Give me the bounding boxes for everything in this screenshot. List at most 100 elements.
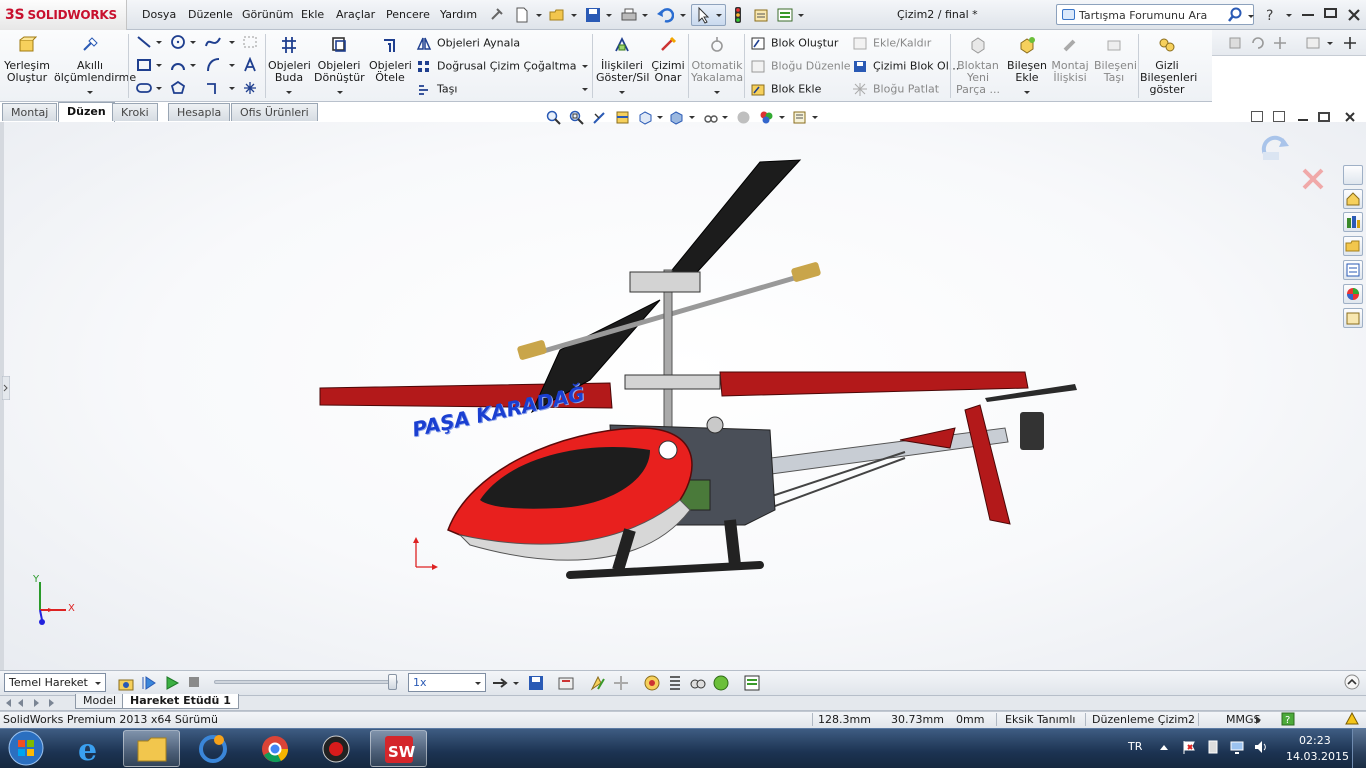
open-folder-icon[interactable] <box>548 6 566 24</box>
menu-tools[interactable]: Araçlar <box>336 8 375 21</box>
menu-file[interactable]: Dosya <box>142 8 176 21</box>
zoom-to-fit-icon[interactable] <box>546 110 561 125</box>
chevron-down-icon[interactable] <box>689 116 695 119</box>
flag-icon[interactable] <box>1181 739 1197 755</box>
chevron-down-icon[interactable] <box>156 87 162 90</box>
close-icon[interactable] <box>1345 6 1363 24</box>
chevron-down-icon[interactable] <box>229 64 235 67</box>
search-icon[interactable] <box>1227 7 1243 23</box>
taskbar-messenger[interactable] <box>185 730 242 767</box>
collapse-motion-manager-icon[interactable] <box>1344 674 1360 690</box>
hide-show-items-icon[interactable] <box>703 110 718 125</box>
display-relations-button[interactable]: İlişkileri Göster/Sil <box>596 36 649 84</box>
chevron-down-icon[interactable] <box>475 682 481 685</box>
linear-pattern-button[interactable]: Doğrusal Çizim Çoğaltma <box>416 59 576 74</box>
tab-motion-study-1[interactable]: Hareket Etüdü 1 <box>122 694 239 709</box>
layout-create-button[interactable]: Yerleşim Oluştur <box>4 36 50 84</box>
device-icon[interactable] <box>1205 739 1221 755</box>
chevron-down-icon[interactable] <box>1024 91 1030 94</box>
insert-block-button[interactable]: Blok Ekle <box>750 82 821 97</box>
edit-appearance-icon[interactable] <box>736 110 751 125</box>
menu-insert[interactable]: Ekle <box>301 8 324 21</box>
chevron-down-icon[interactable] <box>680 14 686 17</box>
pin-icon[interactable] <box>487 6 505 24</box>
undo-icon[interactable] <box>656 6 674 24</box>
quick-snaps-button[interactable]: Otomatik Yakalama <box>691 36 743 84</box>
file-explorer-icon[interactable] <box>1343 236 1363 256</box>
gravity-icon[interactable] <box>712 674 730 692</box>
convert-entities-button[interactable]: Objeleri Dönüştür <box>314 36 365 84</box>
chevron-down-icon[interactable] <box>286 91 292 94</box>
start-button-icon[interactable] <box>6 729 46 767</box>
help-icon[interactable]: ? <box>1262 6 1280 24</box>
block-to-part-button[interactable]: Bloktan Yeni Parça ... <box>955 36 1001 96</box>
show-hidden-components-button[interactable]: Gizli Bileşenleri göster <box>1140 36 1197 96</box>
motor-icon[interactable] <box>643 674 661 692</box>
chevron-down-icon[interactable] <box>798 14 804 17</box>
rebuild-traffic-light-icon[interactable] <box>729 6 747 24</box>
insert-component-button[interactable]: Bileşen Ekle <box>1006 36 1048 84</box>
new-document-icon[interactable] <box>513 6 531 24</box>
solidworks-logo[interactable]: 3S SOLIDWORKS <box>0 0 127 30</box>
slot-icon[interactable] <box>136 80 152 96</box>
apply-scene-icon[interactable] <box>759 110 774 125</box>
volume-icon[interactable] <box>1253 739 1269 755</box>
save-icon[interactable] <box>584 6 602 24</box>
chevron-down-icon[interactable] <box>582 88 588 91</box>
smart-dimension-button[interactable]: Akıllı ölçümlendirme <box>54 36 136 84</box>
chevron-down-icon[interactable] <box>229 87 235 90</box>
previous-view-icon[interactable] <box>592 110 607 125</box>
menu-window[interactable]: Pencere <box>386 8 430 21</box>
point-line-icon[interactable] <box>205 80 221 96</box>
chevron-down-icon[interactable] <box>95 682 101 685</box>
chevron-down-icon[interactable] <box>87 91 93 94</box>
add-key-icon[interactable] <box>612 674 630 692</box>
expand-icon[interactable] <box>1342 35 1358 51</box>
expand-feature-tree-icon[interactable] <box>2 376 10 400</box>
taskbar-ie[interactable]: e <box>62 730 119 768</box>
rectangle-icon[interactable] <box>136 57 152 73</box>
solidworks-resources-icon[interactable] <box>1343 165 1363 185</box>
tab-assembly[interactable]: Montaj <box>2 103 58 121</box>
tab-sketch[interactable]: Kroki <box>112 103 158 121</box>
taskbar-solidworks[interactable]: SW <box>370 730 427 767</box>
cancel-sketch-icon[interactable] <box>1300 166 1326 192</box>
appearances-icon[interactable] <box>1343 284 1363 304</box>
save-block-button[interactable]: Çizimi Blok Ol... <box>852 59 959 74</box>
chevron-down-icon[interactable] <box>1327 42 1333 45</box>
sketch-slot-icon[interactable] <box>242 34 258 50</box>
mirror-entities-button[interactable]: Objeleri Aynala <box>416 36 520 51</box>
rebuild-notification-icon[interactable] <box>1345 712 1359 726</box>
autokey-icon[interactable] <box>589 674 607 692</box>
chevron-down-icon[interactable] <box>812 116 818 119</box>
home-icon[interactable] <box>1343 189 1363 209</box>
view-settings-icon[interactable] <box>1305 35 1321 51</box>
move-entities-button[interactable]: Taşı <box>416 82 457 97</box>
help-status-icon[interactable]: ? <box>1281 712 1295 726</box>
polygon-icon[interactable] <box>170 80 186 96</box>
tab-office-products[interactable]: Ofis Ürünleri <box>231 103 318 121</box>
zoom-to-area-icon[interactable] <box>569 110 584 125</box>
rebuild-exit-sketch-icon[interactable] <box>1257 132 1295 170</box>
menu-help[interactable]: Yardım <box>440 8 477 21</box>
minimize-icon[interactable] <box>1302 14 1314 16</box>
mate-button[interactable]: Montaj İlişkisi <box>1050 36 1090 84</box>
make-block-button[interactable]: Blok Oluştur <box>750 36 838 51</box>
tab-model[interactable]: Model <box>75 694 125 709</box>
tab-scroll-arrows-icon[interactable] <box>4 697 68 709</box>
section-view-icon[interactable] <box>615 110 630 125</box>
chevron-down-icon[interactable] <box>779 116 785 119</box>
split-view-icon[interactable] <box>1251 111 1263 122</box>
spline-icon[interactable] <box>205 34 221 50</box>
playback-mode-icon[interactable] <box>491 676 509 690</box>
language-indicator[interactable]: TR <box>1128 740 1142 753</box>
view-orientation-icon[interactable] <box>638 110 653 125</box>
taskbar-chrome[interactable] <box>247 730 304 767</box>
play-from-start-icon[interactable] <box>140 674 158 692</box>
pan-view-icon[interactable] <box>1272 35 1288 51</box>
line-icon[interactable] <box>136 34 152 50</box>
contact-icon[interactable] <box>689 674 707 692</box>
offset-entities-button[interactable]: Objeleri Ötele <box>369 36 412 84</box>
view-orientation-icon[interactable] <box>1227 35 1243 51</box>
motion-study-type-select[interactable]: Temel Hareket <box>4 673 106 692</box>
